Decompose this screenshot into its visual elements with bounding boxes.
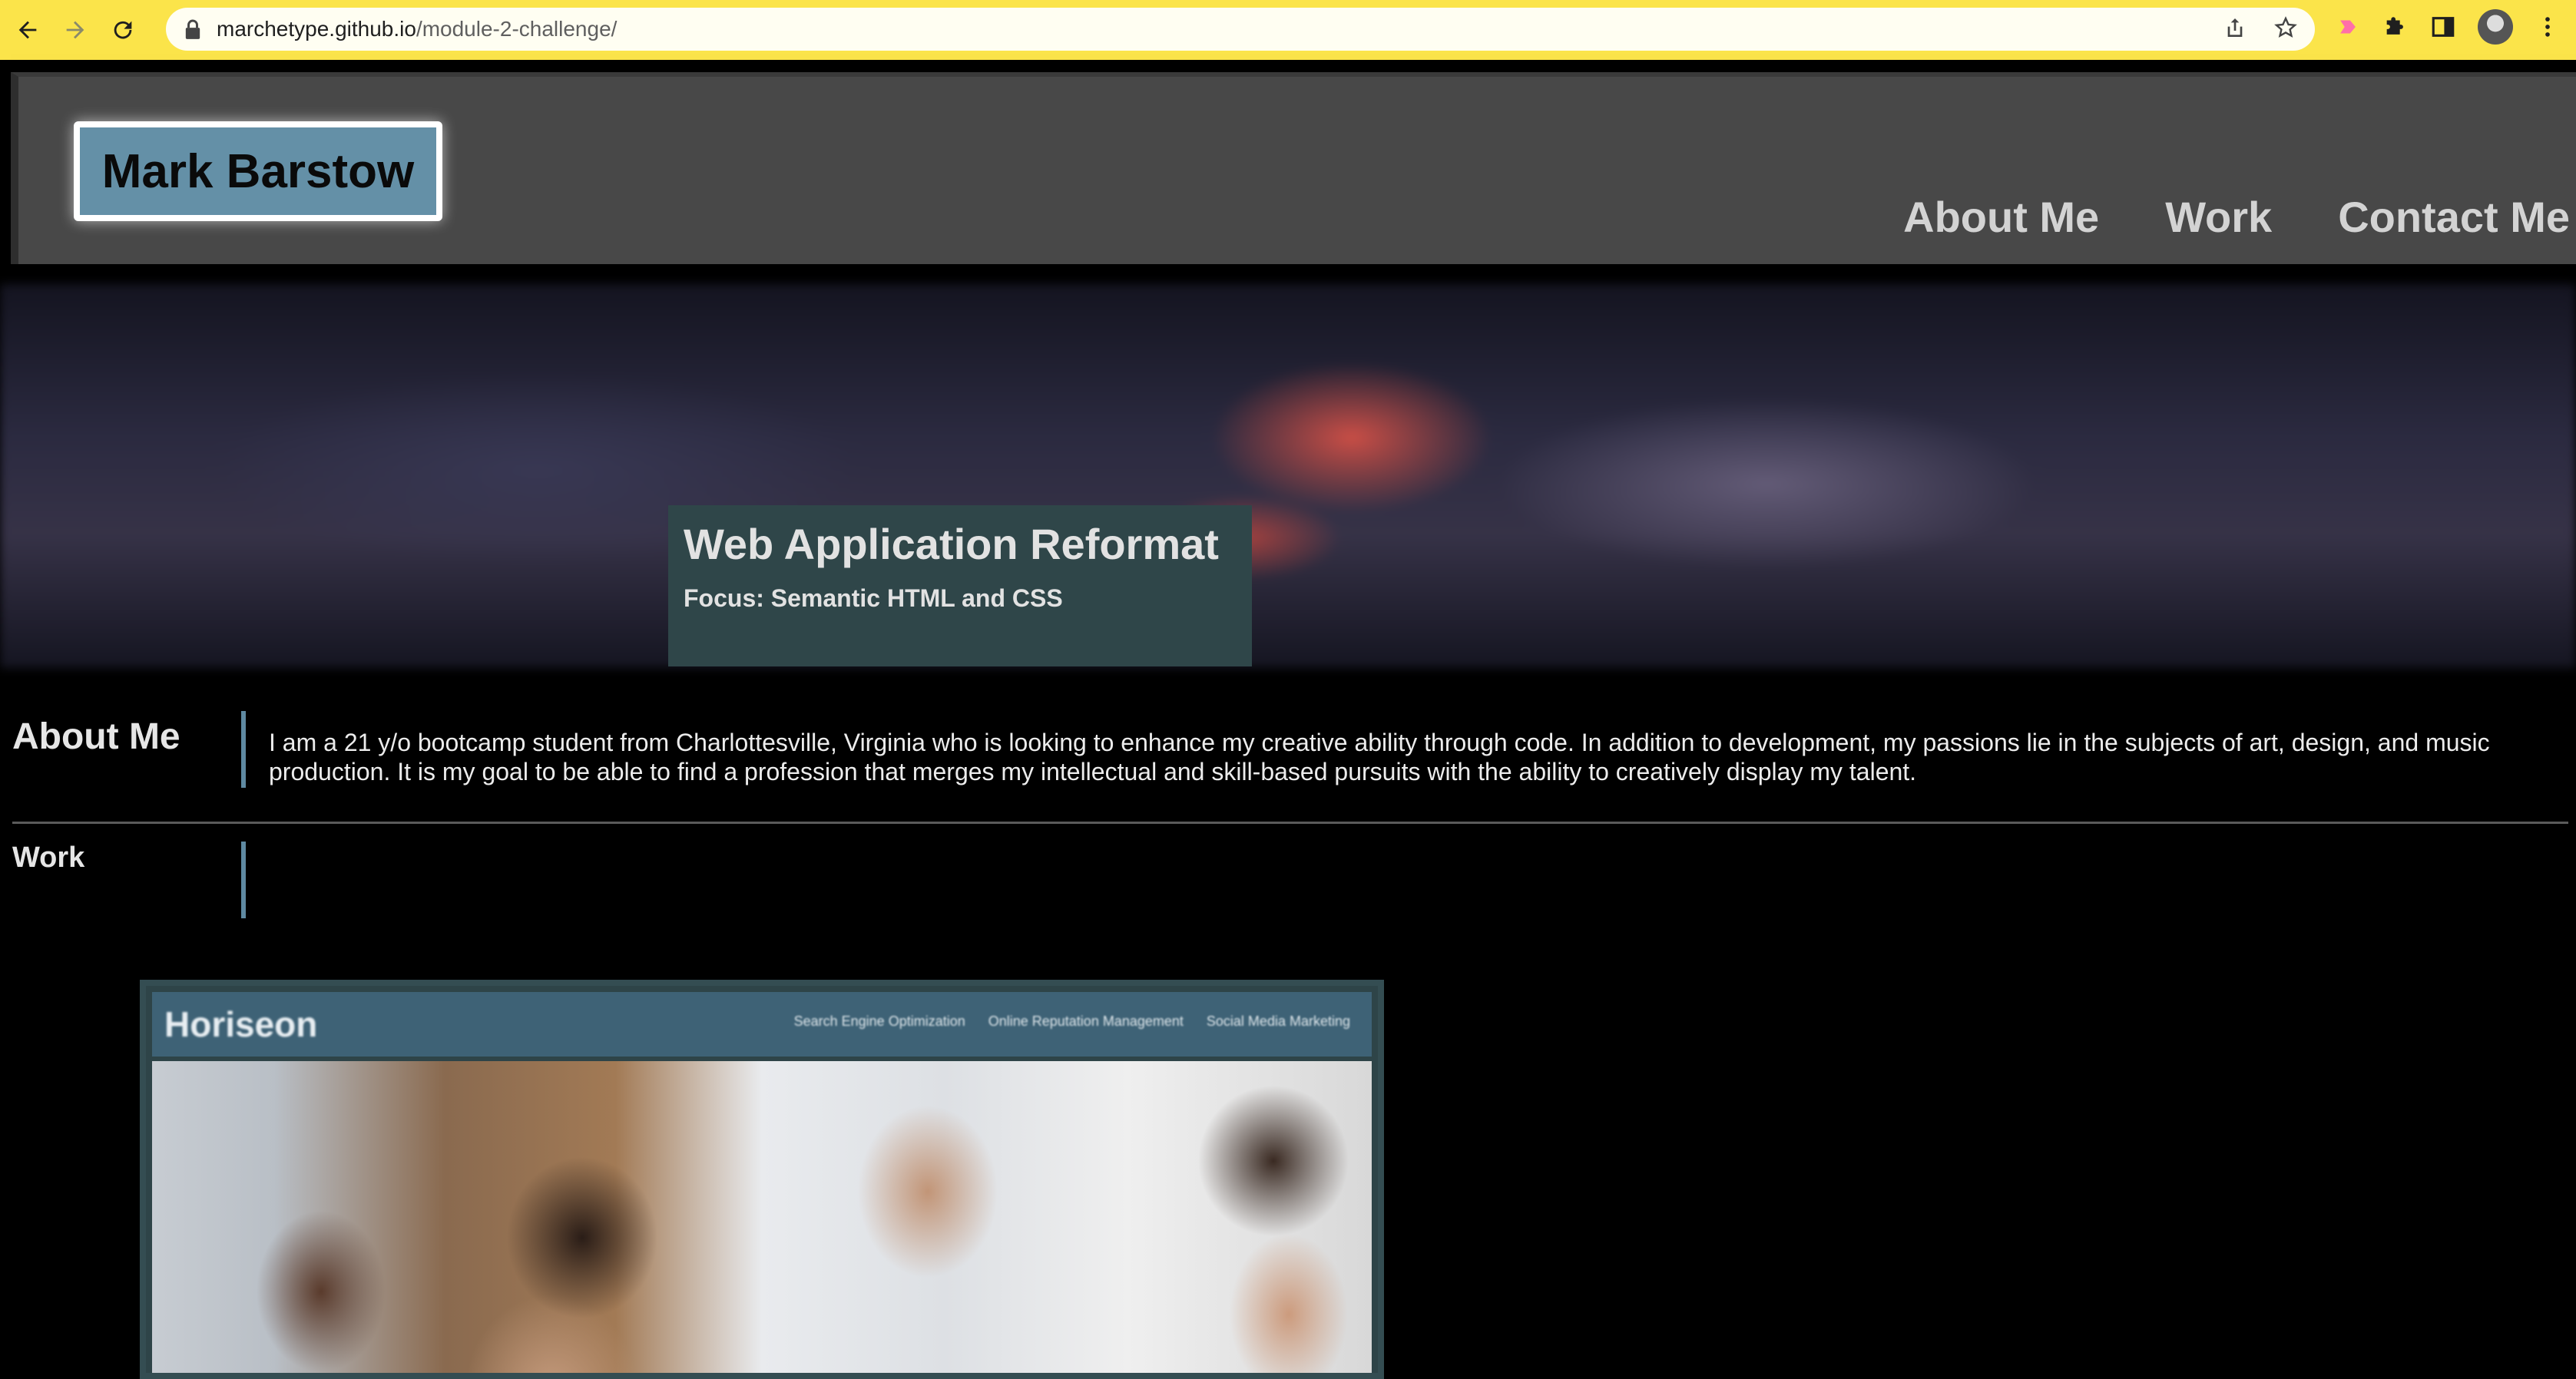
reload-icon [114,21,132,39]
project-screenshot-nav-item: Online Reputation Management [988,1014,1184,1029]
menu-icon[interactable] [2535,14,2561,40]
about-text: I am a 21 y/o bootcamp student from Char… [269,729,2490,785]
forward-icon [66,21,84,39]
hero-banner-image [0,284,2576,668]
reload-button[interactable] [103,10,143,50]
project-screenshot-nav: Search Engine Optimization Online Reputa… [794,1014,1350,1030]
section-divider [12,822,2568,824]
project-screenshot-nav-item: Search Engine Optimization [793,1014,965,1029]
forward-button[interactable] [55,10,95,50]
back-button[interactable] [8,10,48,50]
main-nav: About Me Work Contact Me [1903,192,2570,242]
project-screenshot-image [152,1061,1372,1373]
share-icon[interactable] [2223,15,2247,40]
about-divider-bar [241,711,246,788]
work-title: Work [12,842,85,874]
work-divider-bar [241,842,246,918]
project-title: Web Application Reformat [684,520,1219,568]
site-logo[interactable]: Mark Barstow [74,121,442,221]
project-screenshot-logo: Horiseon [164,1004,318,1044]
about-title: About Me [12,716,180,757]
project-caption[interactable]: Web Application Reformat Focus: Semantic… [668,505,1252,666]
nav-contact-me[interactable]: Contact Me [2338,192,2570,242]
sidebar-icon[interactable] [2430,14,2456,40]
url-path: /module-2-challenge/ [416,17,618,41]
star-icon[interactable] [2273,15,2298,40]
project-screenshot-nav-item: Social Media Marketing [1206,1014,1350,1029]
browser-toolbar: marchetype.github.io/module-2-challenge/ [0,0,2576,60]
lock-icon [185,19,200,39]
nav-work[interactable]: Work [2165,192,2272,242]
nav-about-me[interactable]: About Me [1903,192,2099,242]
page-content: Mark Barstow About Me Work Contact Me Ab… [0,60,2576,1379]
url-host: marchetype.github.io [217,17,416,41]
site-header: Mark Barstow About Me Work Contact Me [11,72,2576,264]
extension-icon[interactable] [2335,14,2361,40]
address-bar[interactable]: marchetype.github.io/module-2-challenge/ [166,8,2315,51]
project-card[interactable]: Horiseon Search Engine Optimization Onli… [140,980,1384,1379]
project-subtitle: Focus: Semantic HTML and CSS [684,584,1063,612]
profile-avatar[interactable] [2478,9,2513,45]
back-icon [18,21,37,39]
puzzle-icon[interactable] [2382,14,2409,40]
project-screenshot-header: Horiseon Search Engine Optimization Onli… [152,992,1372,1057]
